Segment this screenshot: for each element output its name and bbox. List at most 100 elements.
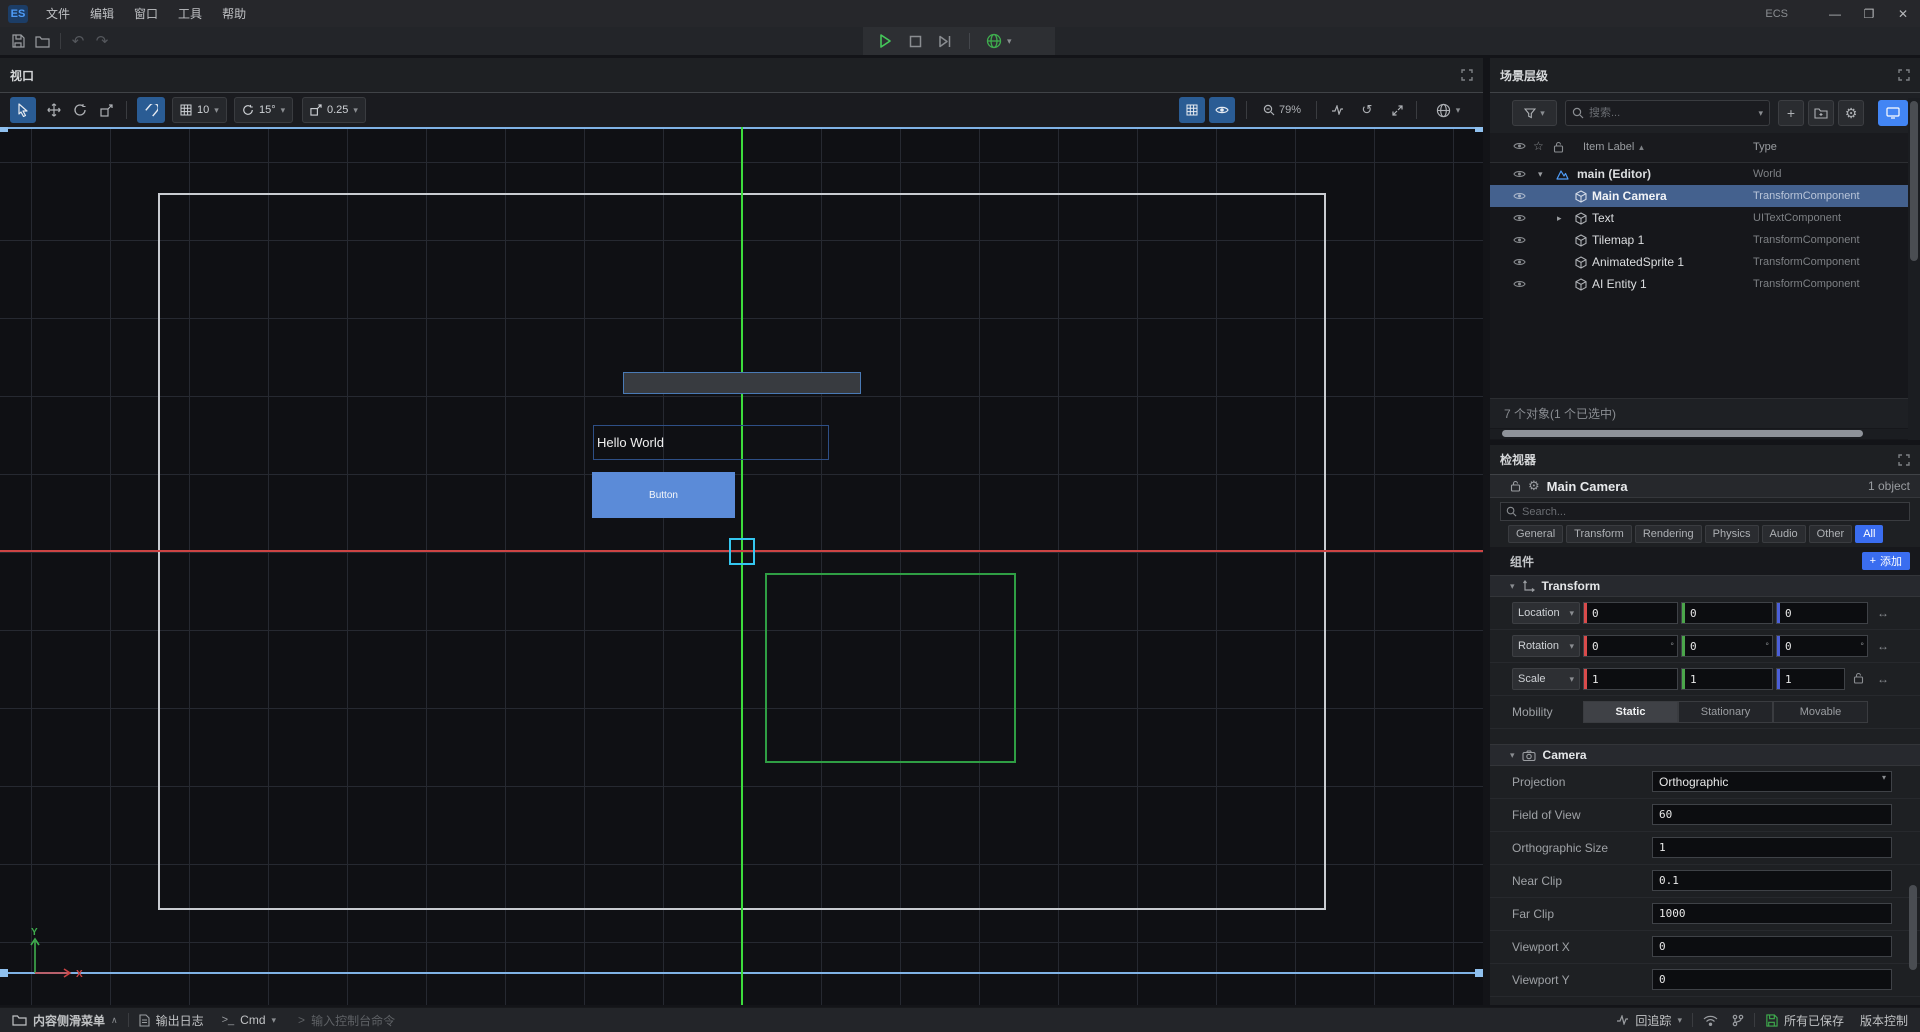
reset-view-icon[interactable]: ↺ [1356,97,1378,123]
run-target-dropdown[interactable]: ▾ [986,33,1012,49]
tab-physics[interactable]: Physics [1705,525,1759,543]
expand-panel-icon[interactable] [1898,454,1910,466]
step-button[interactable] [938,35,953,48]
rotation-z-field[interactable]: ° [1776,635,1868,657]
settings-button[interactable]: ⚙ [1838,100,1864,126]
tab-general[interactable]: General [1508,525,1563,543]
chevron-right-icon[interactable]: ▸ [1557,213,1562,224]
scrollbar-thumb[interactable] [1909,885,1917,970]
redo-icon[interactable]: ↷ [92,31,112,51]
menu-edit[interactable]: 编辑 [80,5,124,22]
visibility-column-icon[interactable] [1513,141,1526,151]
menu-tools[interactable]: 工具 [168,5,212,22]
all-saved-status[interactable]: 所有已保存 [1765,1012,1844,1029]
ui-text-element[interactable]: Hello World [593,425,829,460]
grid-snap-dropdown[interactable]: 10 ▾ [172,97,227,123]
menu-window[interactable]: 窗口 [124,5,168,22]
play-button[interactable] [877,33,893,49]
rotation-y-field[interactable]: ° [1681,635,1773,657]
link-values-icon[interactable]: ↔ [1877,606,1889,620]
screen-view-toggle[interactable] [1878,100,1908,126]
scrollbar-thumb[interactable] [1910,101,1918,261]
camera-section-header[interactable]: ▾ Camera [1490,744,1920,766]
unlock-icon[interactable] [1510,480,1521,492]
link-values-icon[interactable]: ↔ [1877,672,1889,686]
ortho-size-input[interactable] [1652,837,1892,858]
inspector-search[interactable] [1500,502,1910,521]
scale-z-field[interactable] [1776,668,1845,690]
tab-all[interactable]: All [1855,525,1883,543]
version-branch-icon[interactable] [1732,1014,1744,1027]
new-folder-button[interactable] [1808,100,1834,126]
link-values-icon[interactable]: ↔ [1877,639,1889,653]
rotation-prop-dropdown[interactable]: Rotation▾ [1512,635,1580,657]
console-input[interactable]: > 输入控制台命令 [298,1012,395,1029]
fov-input[interactable] [1652,804,1892,825]
snap-tool-button[interactable] [137,97,165,123]
tab-transform[interactable]: Transform [1566,525,1632,543]
inspector-search-input[interactable] [1522,506,1904,518]
viewport-y-input[interactable] [1652,969,1892,990]
save-icon[interactable] [8,31,28,51]
output-log-button[interactable]: 输出日志 [139,1012,204,1029]
guide-handle[interactable] [1475,127,1483,132]
ui-button-element[interactable]: Button [592,472,735,518]
projection-select[interactable]: Orthographic [1652,771,1892,792]
content-drawer-button[interactable]: 内容侧滑菜单 ∧ [12,1012,118,1029]
viewport-x-input[interactable] [1652,936,1892,957]
scale-y-field[interactable] [1681,668,1773,690]
add-component-button[interactable]: + 添加 [1862,552,1910,570]
eye-icon[interactable] [1513,191,1526,201]
chevron-down-icon[interactable]: ▾ [1538,169,1543,180]
tree-row-main[interactable]: ▾ main (Editor) World [1490,163,1920,185]
fullscreen-icon[interactable] [1386,97,1408,123]
scrollbar-thumb[interactable] [1502,430,1863,437]
view-mode-dropdown[interactable]: ▾ [1426,97,1470,123]
tree-row-ai-entity[interactable]: AI Entity 1 TransformComponent [1490,273,1920,295]
scene-canvas[interactable]: Hello World Button Y X [0,127,1483,1005]
expand-panel-icon[interactable] [1898,69,1910,81]
scale-x-field[interactable] [1583,668,1678,690]
eye-icon[interactable] [1513,169,1526,179]
location-z-field[interactable] [1776,602,1868,624]
hierarchy-vscrollbar[interactable] [1908,98,1920,440]
menu-file[interactable]: 文件 [36,5,80,22]
rotate-snap-dropdown[interactable]: 15° ▾ [234,97,293,123]
hierarchy-hscrollbar[interactable] [1490,429,1908,439]
eye-icon[interactable] [1513,279,1526,289]
undo-icon[interactable]: ↶ [68,31,88,51]
trace-dropdown[interactable]: 回追踪 ▾ [1616,1012,1682,1029]
hierarchy-search-input[interactable] [1589,107,1753,119]
select-tool-button[interactable] [10,97,36,123]
type-column[interactable]: Type [1753,141,1777,153]
eye-icon[interactable] [1513,257,1526,267]
guide-handle[interactable] [0,127,8,132]
tab-audio[interactable]: Audio [1762,525,1806,543]
scale-prop-dropdown[interactable]: Scale▾ [1512,668,1580,690]
minimize-button[interactable]: — [1818,0,1852,27]
filter-dropdown[interactable]: ▾ [1512,100,1557,126]
open-folder-icon[interactable] [32,31,52,51]
eye-icon[interactable] [1513,235,1526,245]
scale-snap-dropdown[interactable]: 0.25 ▾ [302,97,366,123]
zoom-level-control[interactable]: 79% [1256,97,1308,123]
stop-button[interactable] [909,35,922,48]
rotation-x-field[interactable]: ° [1583,635,1678,657]
guide-handle[interactable] [0,969,8,977]
hierarchy-search[interactable]: ▾ [1565,100,1770,126]
location-prop-dropdown[interactable]: Location▾ [1512,602,1580,624]
location-y-field[interactable] [1681,602,1773,624]
transform-section-header[interactable]: ▾ Transform [1490,575,1920,597]
scale-tool-button[interactable] [93,97,119,123]
mobility-stationary[interactable]: Stationary [1678,701,1773,723]
tree-row-main-camera[interactable]: Main Camera TransformComponent [1490,185,1920,207]
tree-row-tilemap[interactable]: Tilemap 1 TransformComponent [1490,229,1920,251]
maximize-button[interactable]: ❐ [1852,0,1886,27]
grid-toggle-button[interactable] [1179,97,1205,123]
close-button[interactable]: ✕ [1886,0,1920,27]
ui-slider-element[interactable] [623,372,861,394]
item-label-column[interactable]: Item Label ▲ [1583,141,1645,153]
expand-panel-icon[interactable] [1461,69,1473,81]
stats-icon[interactable] [1326,97,1348,123]
near-clip-input[interactable] [1652,870,1892,891]
